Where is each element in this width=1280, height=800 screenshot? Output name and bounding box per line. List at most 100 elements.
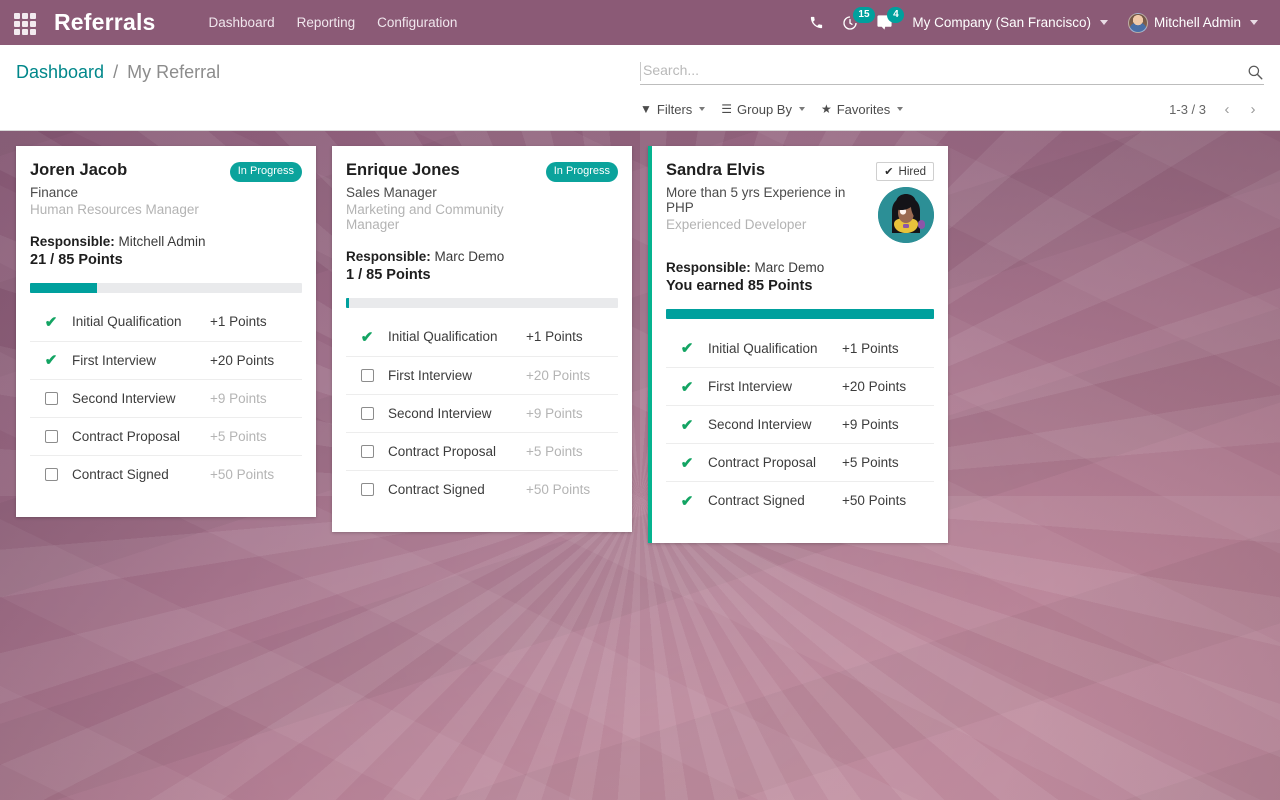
check-icon: ✔ — [884, 166, 894, 178]
referral-card[interactable]: Joren Jacob Finance Human Resources Manage… — [16, 146, 316, 517]
responsible-line: Responsible: Marc Demo — [346, 249, 618, 264]
stage-status — [346, 406, 388, 420]
card-header-right: In Progress — [229, 160, 302, 182]
stage-points: +20 Points — [842, 379, 907, 394]
candidate-subtitle: Sales Manager — [346, 184, 437, 200]
nav-menu-configuration[interactable]: Configuration — [366, 0, 468, 45]
top-navbar: Referrals Dashboard Reporting Configurat… — [0, 0, 1280, 45]
progress-bar — [666, 309, 934, 319]
responsible-line: Responsible: Mitchell Admin — [30, 234, 302, 249]
activities-button[interactable]: 15 — [833, 0, 875, 45]
funnel-icon: ▼ — [640, 102, 652, 116]
stage-status — [30, 429, 72, 443]
status-badge: In Progress — [229, 162, 302, 182]
check-icon: ✔ — [680, 340, 694, 357]
user-menu[interactable]: Mitchell Admin — [1118, 0, 1268, 45]
candidate-position: Marketing and Community Manager — [346, 201, 504, 232]
stage-status: ✔ — [346, 328, 388, 346]
checkbox-icon[interactable] — [360, 368, 374, 382]
favorites-label: Favorites — [836, 101, 891, 117]
stage-list: ✔ Initial Qualification +1 Points ✔ First In… — [666, 329, 934, 519]
pager: 1-3 / 3 ‹ › — [1169, 98, 1264, 120]
referral-kanban-list: Joren Jacob Finance Human Resources Manage… — [0, 131, 1280, 543]
candidate-subtitle: Finance — [30, 184, 79, 200]
company-switcher[interactable]: My Company (San Francisco) — [902, 0, 1118, 45]
stage-row[interactable]: First Interview +20 Points — [346, 355, 618, 394]
stage-list: ✔ Initial Qualification +1 Points ✔ First In… — [30, 303, 302, 493]
stage-status — [346, 368, 388, 382]
responsible-name: Marc Demo — [754, 260, 825, 275]
referral-card[interactable]: Enrique Jones Sales Manager Marketing and … — [332, 146, 632, 532]
stage-row[interactable]: ✔ First Interview +20 Points — [30, 340, 302, 379]
checkbox-icon[interactable] — [360, 482, 374, 496]
filters-label: Filters — [656, 101, 693, 117]
stage-row[interactable]: Contract Proposal +5 Points — [30, 416, 302, 455]
stage-status: ✔ — [30, 313, 72, 331]
search-area: ▼ Filters ☰ Group By ★ Favorites 1-3 / 3… — [640, 45, 1280, 120]
candidate-position: Experienced Developer — [666, 216, 807, 232]
stage-row[interactable]: ✔ Initial Qualification +1 Points — [346, 318, 618, 356]
stage-label: Contract Proposal — [388, 443, 497, 459]
checkbox-icon[interactable] — [44, 391, 58, 405]
stage-status — [30, 391, 72, 405]
stage-points: +50 Points — [210, 466, 275, 482]
chevron-down-icon — [1099, 20, 1108, 25]
responsible-name: Mitchell Admin — [118, 233, 206, 249]
status-badge-label: Hired — [898, 165, 926, 178]
referral-card[interactable]: Sandra Elvis More than 5 yrs Experience i… — [648, 146, 948, 543]
checkbox-icon[interactable] — [44, 429, 58, 443]
stage-points: +1 Points — [526, 329, 583, 345]
candidate-name: Sandra Elvis — [666, 161, 766, 179]
pager-next-button[interactable]: › — [1242, 98, 1264, 120]
filters-dropdown[interactable]: ▼ Filters — [640, 101, 706, 117]
apps-grid-icon[interactable] — [14, 12, 40, 35]
stage-status — [346, 444, 388, 458]
checkbox-icon[interactable] — [44, 467, 58, 481]
stage-row[interactable]: ✔ Contract Proposal +5 Points — [666, 443, 934, 481]
search-input[interactable] — [640, 62, 1246, 81]
stage-points: +9 Points — [210, 390, 267, 406]
phone-button[interactable] — [800, 0, 833, 45]
progress-bar-fill — [666, 309, 934, 319]
stage-row[interactable]: ✔ Initial Qualification +1 Points — [666, 329, 934, 367]
chevron-down-icon — [798, 107, 805, 111]
search-icon[interactable] — [1246, 63, 1264, 81]
stage-points: +5 Points — [210, 428, 267, 444]
app-brand-title[interactable]: Referrals — [54, 9, 156, 36]
stage-row[interactable]: ✔ First Interview +20 Points — [666, 367, 934, 405]
checkbox-icon[interactable] — [360, 444, 374, 458]
stage-row[interactable]: Contract Signed +50 Points — [30, 454, 302, 493]
messages-button[interactable]: 4 — [867, 0, 905, 45]
pager-previous-button[interactable]: ‹ — [1216, 98, 1238, 120]
points-summary: 21 / 85 Points — [30, 251, 123, 268]
stage-status — [346, 482, 388, 496]
nav-menu-dashboard[interactable]: Dashboard — [198, 0, 286, 45]
stage-row[interactable]: ✔ Contract Signed +50 Points — [666, 481, 934, 519]
check-icon: ✔ — [360, 328, 374, 346]
check-icon: ✔ — [680, 454, 694, 472]
stage-row[interactable]: Second Interview +9 Points — [30, 378, 302, 417]
stage-row[interactable]: ✔ Second Interview +9 Points — [666, 405, 934, 443]
avatar — [1127, 12, 1148, 33]
favorites-dropdown[interactable]: ★ Favorites — [821, 101, 904, 117]
checkbox-icon[interactable] — [360, 406, 374, 420]
responsible-label: Responsible: — [346, 248, 431, 264]
group-by-dropdown[interactable]: ☰ Group By — [721, 102, 805, 117]
stage-status: ✔ — [666, 339, 708, 357]
stage-points: +5 Points — [526, 443, 583, 459]
stage-row[interactable]: Contract Signed +50 Points — [346, 469, 618, 508]
card-header-text: Sandra Elvis More than 5 yrs Experience i… — [666, 160, 876, 232]
card-header: Sandra Elvis More than 5 yrs Experience i… — [666, 160, 934, 243]
breadcrumb-root[interactable]: Dashboard — [16, 62, 104, 82]
responsible-line: Responsible: Marc Demo — [666, 260, 934, 275]
stage-row[interactable]: Contract Proposal +5 Points — [346, 431, 618, 470]
stage-status: ✔ — [30, 351, 72, 369]
stage-row[interactable]: ✔ Initial Qualification +1 Points — [30, 303, 302, 341]
stage-label: Contract Proposal — [708, 455, 817, 470]
nav-menu-reporting[interactable]: Reporting — [286, 0, 367, 45]
messages-count-badge: 4 — [887, 7, 905, 23]
stage-list: ✔ Initial Qualification +1 Points First Int… — [346, 318, 618, 508]
stage-points: +20 Points — [210, 352, 275, 368]
progress-bar — [346, 297, 618, 308]
stage-row[interactable]: Second Interview +9 Points — [346, 393, 618, 432]
